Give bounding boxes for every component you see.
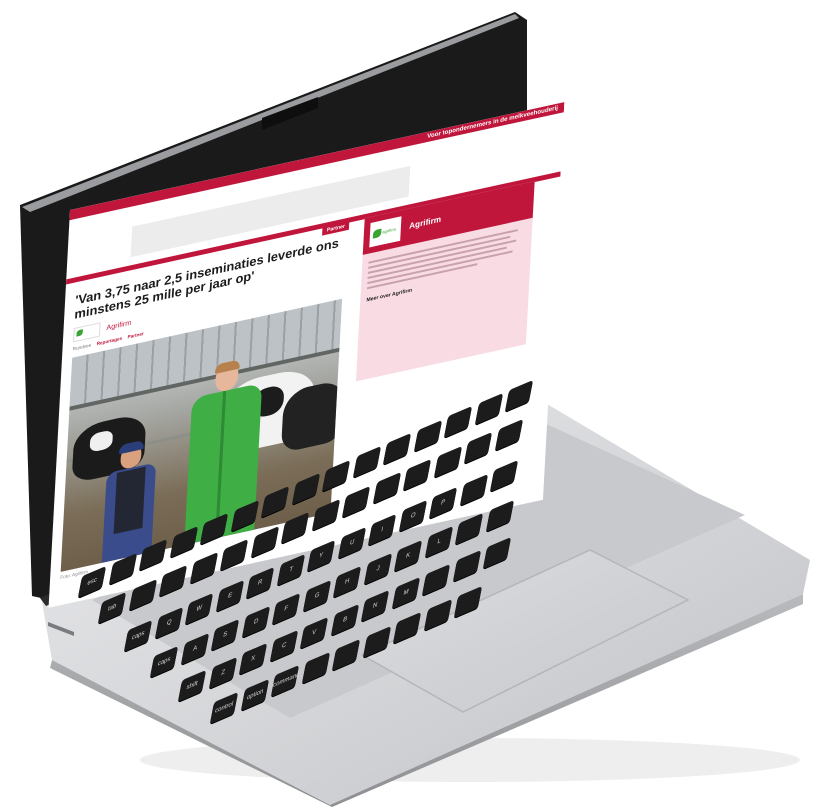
laptop-scene: Voor topondernemers in de melkveehouderi… bbox=[0, 0, 816, 807]
laptop-illustration bbox=[20, 12, 810, 807]
